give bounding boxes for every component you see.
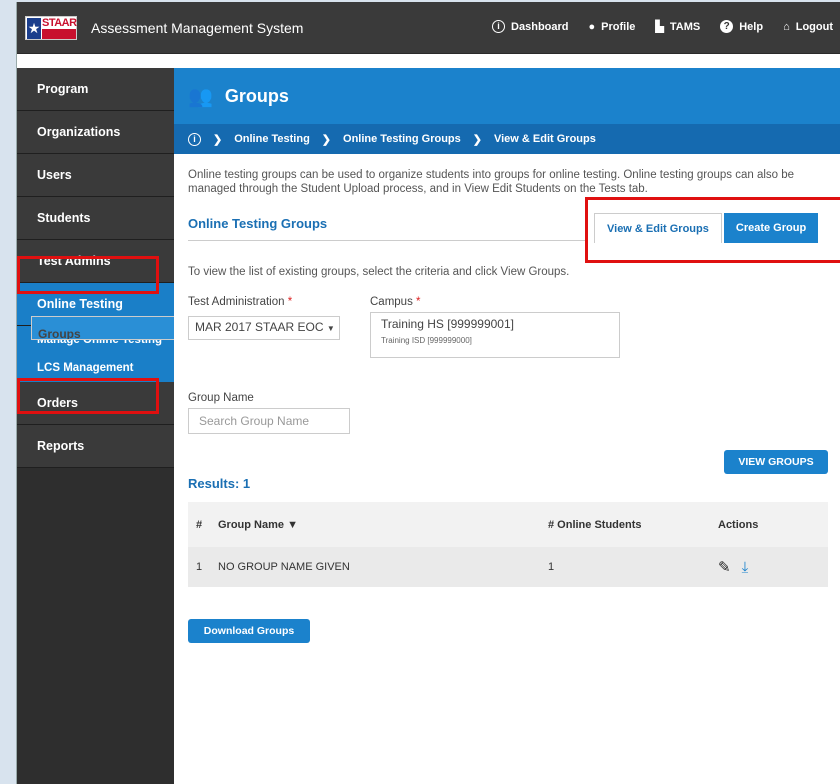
question-icon: ? (720, 20, 734, 33)
page-title: Groups (224, 85, 289, 106)
home-exit-icon: ⌂ (783, 20, 790, 33)
sidebar-item-organizations[interactable]: Organizations (17, 111, 174, 154)
download-groups-button[interactable]: Download Groups (188, 619, 310, 643)
nav-help[interactable]: ? Help (720, 20, 763, 33)
test-admin-label: Test Administration * (188, 296, 293, 308)
sidebar-sub-groups[interactable]: Groups (31, 316, 183, 340)
row-online-students: 1 (548, 561, 555, 573)
main-content: 👥 Groups i ❯ Online Testing ❯ Online Tes… (174, 68, 840, 784)
download-icon[interactable]: ⤓ (742, 559, 749, 576)
chevron-right-icon: ❯ (472, 133, 482, 146)
test-admin-select[interactable]: MAR 2017 STAAR EOC ▼ (188, 316, 340, 340)
col-num: # (196, 518, 203, 531)
highlight-tabs (585, 197, 840, 263)
breadcrumb: i ❯ Online Testing ❯ Online Testing Grou… (174, 124, 840, 154)
edit-pencil-icon[interactable]: ✎ (718, 559, 731, 576)
col-group-name[interactable]: Group Name ▼ (218, 519, 548, 531)
sort-down-icon: ▼ (287, 518, 298, 531)
sidebar: Program Organizations Users Students Tes… (17, 68, 183, 784)
group-name-input[interactable]: Search Group Name (188, 408, 350, 434)
nav-logout[interactable]: ⌂ Logout (783, 20, 833, 33)
group-name-label: Group Name (188, 392, 254, 404)
view-groups-button[interactable]: VIEW GROUPS (724, 450, 828, 474)
table-header: # Group Name ▼ # Online Students Actions (188, 502, 828, 547)
col-actions: Actions (718, 518, 759, 531)
breadcrumb-online-testing-groups[interactable]: Online Testing Groups (343, 133, 461, 145)
groups-icon: 👥 (188, 85, 213, 108)
info-circle-icon[interactable]: i (188, 132, 201, 146)
chevron-right-icon: ❯ (213, 133, 223, 146)
app-frame: ★ STAAR Assessment Management System i Da… (16, 2, 840, 784)
row-num: 1 (196, 561, 203, 573)
intro-text: Online testing groups can be used to org… (188, 169, 795, 195)
app-title: Assessment Management System (91, 20, 304, 36)
nav-dashboard[interactable]: i Dashboard (492, 20, 569, 33)
groups-table: # Group Name ▼ # Online Students Actions… (188, 502, 828, 587)
row-group-name: NO GROUP NAME GIVEN (218, 561, 350, 573)
top-bar: ★ STAAR Assessment Management System i Da… (17, 2, 840, 54)
person-icon: ● (588, 20, 596, 33)
divider (188, 240, 588, 241)
section-title: Online Testing Groups (188, 216, 328, 231)
campus-label: Campus * (370, 296, 421, 308)
row-actions: ✎ ⤓ (718, 558, 828, 576)
sidebar-item-users[interactable]: Users (17, 154, 174, 197)
highlight-online-testing (17, 256, 159, 294)
nav-tams[interactable]: ▙ TAMS (655, 20, 700, 34)
campus-select[interactable]: Training HS [999999001] Training ISD [99… (370, 312, 620, 358)
top-nav: i Dashboard ● Profile ▙ TAMS ? Help ⌂ Logout (492, 20, 833, 33)
chevron-right-icon: ❯ (321, 133, 332, 146)
highlight-groups (17, 378, 159, 414)
campus-district: Training ISD [999999000] (381, 336, 472, 345)
col-online-students: # Online Students (548, 518, 642, 531)
campus-value: Training HS [999999001] (381, 317, 514, 331)
breadcrumb-view-edit-groups: View & Edit Groups (493, 133, 596, 145)
sidebar-item-reports[interactable]: Reports (17, 425, 174, 468)
breadcrumb-online-testing[interactable]: Online Testing (234, 133, 310, 145)
texas-icon: ▙ (655, 21, 664, 33)
caret-down-icon: ▼ (326, 324, 335, 333)
nav-profile[interactable]: ● Profile (589, 20, 636, 33)
staar-logo: ★ STAAR (25, 16, 77, 40)
sidebar-item-students[interactable]: Students (17, 197, 174, 240)
results-count: Results: 1 (188, 476, 251, 491)
table-row: 1 NO GROUP NAME GIVEN 1 ✎ ⤓ (188, 547, 828, 587)
sidebar-item-program[interactable]: Program (17, 68, 174, 111)
page-header: 👥 Groups (174, 68, 840, 124)
instructions-text: To view the list of existing groups, sel… (188, 266, 570, 278)
info-circle-icon: i (492, 20, 506, 33)
